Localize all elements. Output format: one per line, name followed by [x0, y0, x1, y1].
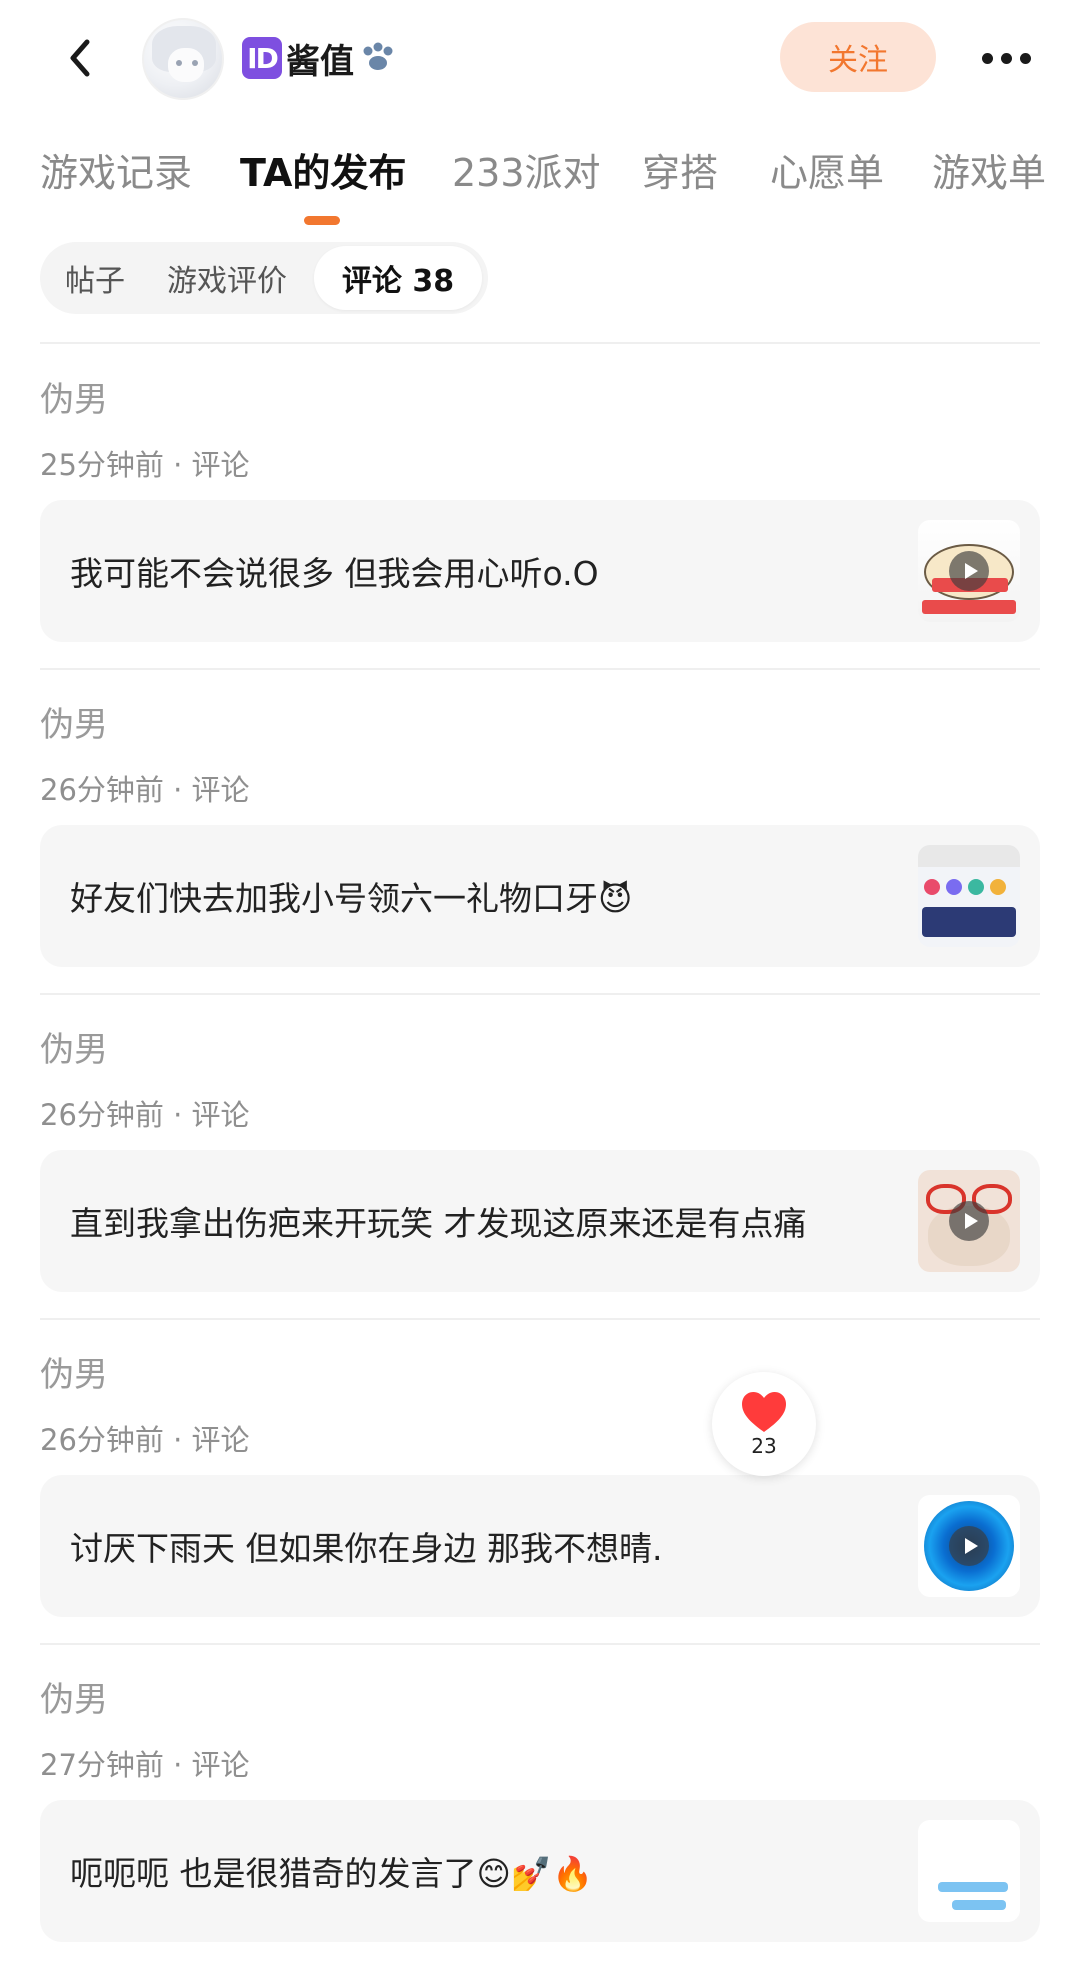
username: 酱值 — [286, 41, 354, 82]
list-item[interactable]: 伪男 26分钟前 · 评论 讨厌下雨天 但如果你在身边 那我不想晴. — [0, 1325, 1080, 1645]
play-icon — [949, 551, 989, 591]
divider — [40, 342, 1040, 344]
subtabs: 帖子 游戏评价 评论 38 — [40, 242, 488, 314]
video-thumbnail[interactable] — [918, 520, 1020, 622]
comment-post-title[interactable]: 伪男 — [40, 372, 108, 421]
tab-game-list[interactable]: 游戏单 — [932, 142, 1046, 197]
comment-meta: 26分钟前 · 评论 — [40, 773, 250, 807]
comment-text: 好友们快去加我小号领六一礼物口牙😈 — [70, 879, 633, 918]
comment-post-title[interactable]: 伪男 — [40, 697, 108, 746]
comment-card[interactable]: 呃呃呃 也是很猎奇的发言了😊💅🔥 — [40, 1800, 1040, 1942]
list-item[interactable]: 伪男 26分钟前 · 评论 直到我拿出伤疤来开玩笑 才发现这原来还是有点痛 — [0, 1000, 1080, 1320]
main-tabs: 游戏记录 TA的发布 233派对 穿搭 心愿单 游戏单 — [0, 130, 1080, 225]
comment-meta: 26分钟前 · 评论 — [40, 1423, 250, 1457]
comment-card[interactable]: 直到我拿出伤疤来开玩笑 才发现这原来还是有点痛 — [40, 1150, 1040, 1292]
divider — [40, 668, 1040, 670]
tab-game-records[interactable]: 游戏记录 — [40, 142, 192, 197]
active-tab-indicator — [304, 216, 340, 225]
comment-card[interactable]: 讨厌下雨天 但如果你在身边 那我不想晴. — [40, 1475, 1040, 1617]
comment-post-title[interactable]: 伪男 — [40, 1672, 108, 1721]
subtab-posts[interactable]: 帖子 — [40, 242, 150, 314]
like-button[interactable]: 23 — [712, 1372, 816, 1476]
image-thumbnail[interactable] — [918, 845, 1020, 947]
paw-icon — [363, 42, 393, 70]
play-icon — [949, 1526, 989, 1566]
comment-text: 我可能不会说很多 但我会用心听o.O — [70, 554, 599, 593]
follow-button[interactable]: 关注 — [780, 22, 936, 92]
comment-text: 讨厌下雨天 但如果你在身边 那我不想晴. — [70, 1529, 663, 1568]
more-options-icon[interactable] — [966, 30, 1046, 86]
comment-card[interactable]: 好友们快去加我小号领六一礼物口牙😈 — [40, 825, 1040, 967]
comment-meta: 27分钟前 · 评论 — [40, 1748, 250, 1782]
comment-post-title[interactable]: 伪男 — [40, 1347, 108, 1396]
back-button[interactable] — [50, 28, 110, 88]
list-item[interactable]: 伪男 27分钟前 · 评论 呃呃呃 也是很猎奇的发言了😊💅🔥 — [0, 1650, 1080, 1970]
id-badge: ID — [242, 37, 282, 79]
comment-text: 直到我拿出伤疤来开玩笑 才发现这原来还是有点痛 — [70, 1204, 807, 1243]
heart-icon — [742, 1392, 786, 1432]
comment-post-title[interactable]: 伪男 — [40, 1022, 108, 1071]
video-thumbnail[interactable] — [918, 1170, 1020, 1272]
chevron-left-icon — [70, 39, 90, 77]
tab-outfits[interactable]: 穿搭 — [642, 142, 718, 197]
divider — [40, 1643, 1040, 1645]
comment-meta: 26分钟前 · 评论 — [40, 1098, 250, 1132]
subtab-game-reviews[interactable]: 游戏评价 — [150, 242, 304, 314]
profile-header: ID 酱值 关注 — [0, 0, 1080, 120]
image-thumbnail[interactable] — [918, 1820, 1020, 1922]
tab-233-party[interactable]: 233派对 — [452, 142, 601, 197]
comment-card[interactable]: 我可能不会说很多 但我会用心听o.O — [40, 500, 1040, 642]
comment-text: 呃呃呃 也是很猎奇的发言了😊💅🔥 — [70, 1854, 594, 1893]
tab-wishlist[interactable]: 心愿单 — [770, 142, 884, 197]
like-count: 23 — [751, 1434, 777, 1458]
username-row: ID 酱值 — [242, 32, 398, 84]
subtab-comments[interactable]: 评论 38 — [314, 246, 482, 310]
play-icon — [949, 1201, 989, 1241]
divider — [40, 1318, 1040, 1320]
comment-meta: 25分钟前 · 评论 — [40, 448, 250, 482]
tab-posts[interactable]: TA的发布 — [240, 142, 406, 197]
avatar[interactable] — [142, 18, 224, 100]
video-thumbnail[interactable] — [918, 1495, 1020, 1597]
list-item[interactable]: 伪男 25分钟前 · 评论 我可能不会说很多 但我会用心听o.O — [0, 350, 1080, 670]
list-item[interactable]: 伪男 26分钟前 · 评论 好友们快去加我小号领六一礼物口牙😈 — [0, 675, 1080, 995]
divider — [40, 993, 1040, 995]
